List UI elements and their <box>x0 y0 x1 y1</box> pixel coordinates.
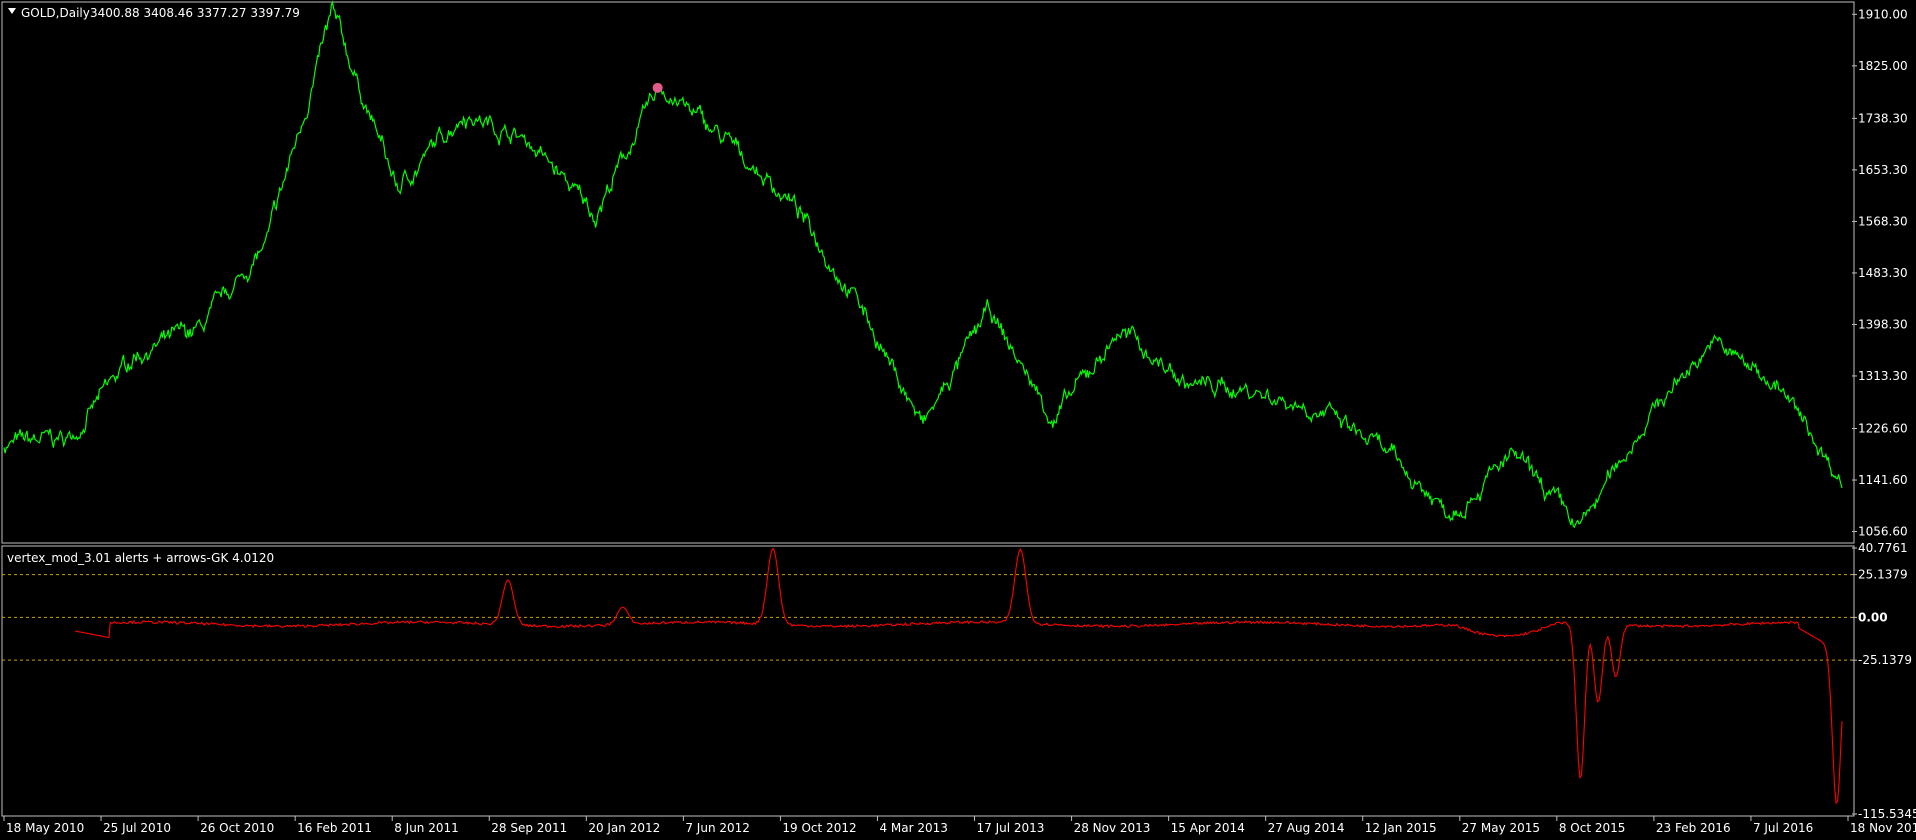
price-tick-label: 1141.60 <box>1858 473 1908 487</box>
indicator-tick-label: -25.1379 <box>1858 653 1912 667</box>
time-tick-label: 27 Aug 2014 <box>1268 821 1345 835</box>
time-tick-label: 16 Feb 2011 <box>297 821 372 835</box>
price-tick-label: 1398.30 <box>1858 317 1908 331</box>
trading-chart: GOLD,Daily 3400.88 3408.46 3377.27 3397.… <box>0 0 1916 840</box>
time-tick-label: 17 Jul 2013 <box>977 821 1045 835</box>
time-tick-label: 23 Feb 2016 <box>1656 821 1731 835</box>
time-tick-label: 19 Oct 2012 <box>782 821 856 835</box>
price-tick-label: 1056.60 <box>1858 525 1908 539</box>
indicator-tick-label: 40.7761 <box>1858 541 1908 555</box>
price-tick-label: 1483.30 <box>1858 266 1908 280</box>
time-tick-label: 18 Nov 2016 <box>1850 821 1916 835</box>
time-tick-label: 12 Jan 2015 <box>1365 821 1437 835</box>
indicator-tick-label: 25.1379 <box>1858 568 1908 582</box>
price-tick-label: 1226.60 <box>1858 422 1908 436</box>
time-tick-label: 7 Jul 2016 <box>1753 821 1813 835</box>
price-tick-label: 1313.30 <box>1858 369 1908 383</box>
time-tick-label: 28 Nov 2013 <box>1074 821 1151 835</box>
price-tick-label: 1910.00 <box>1858 7 1908 21</box>
signal-dot-marker <box>652 82 663 93</box>
time-tick-label: 8 Jun 2011 <box>394 821 459 835</box>
time-tick-label: 8 Oct 2015 <box>1559 821 1626 835</box>
price-tick-label: 1568.30 <box>1858 214 1908 228</box>
time-tick-label: 7 Jun 2012 <box>685 821 750 835</box>
indicator-tick-label: -115.5345 <box>1858 807 1916 821</box>
ohlc-readout: 3400.88 3408.46 3377.27 3397.79 <box>90 6 300 20</box>
indicator-title: vertex_mod_3.01 alerts + arrows-GK 4.012… <box>7 551 274 565</box>
time-tick-label: 27 May 2015 <box>1462 821 1540 835</box>
time-tick-label: 15 Apr 2014 <box>1171 821 1245 835</box>
time-tick-label: 4 Mar 2013 <box>879 821 947 835</box>
time-tick-label: 28 Sep 2011 <box>491 821 567 835</box>
indicator-tick-label: 0.00 <box>1858 610 1888 624</box>
time-tick-label: 18 May 2010 <box>6 821 84 835</box>
price-tick-label: 1738.30 <box>1858 111 1908 125</box>
price-tick-label: 1653.30 <box>1858 163 1908 177</box>
chart-background <box>0 0 1916 840</box>
time-tick-label: 26 Oct 2010 <box>200 821 274 835</box>
symbol-title: GOLD,Daily <box>21 6 90 20</box>
time-tick-label: 25 Jul 2010 <box>103 821 171 835</box>
price-tick-label: 1825.00 <box>1858 59 1908 73</box>
time-tick-label: 20 Jan 2012 <box>588 821 660 835</box>
